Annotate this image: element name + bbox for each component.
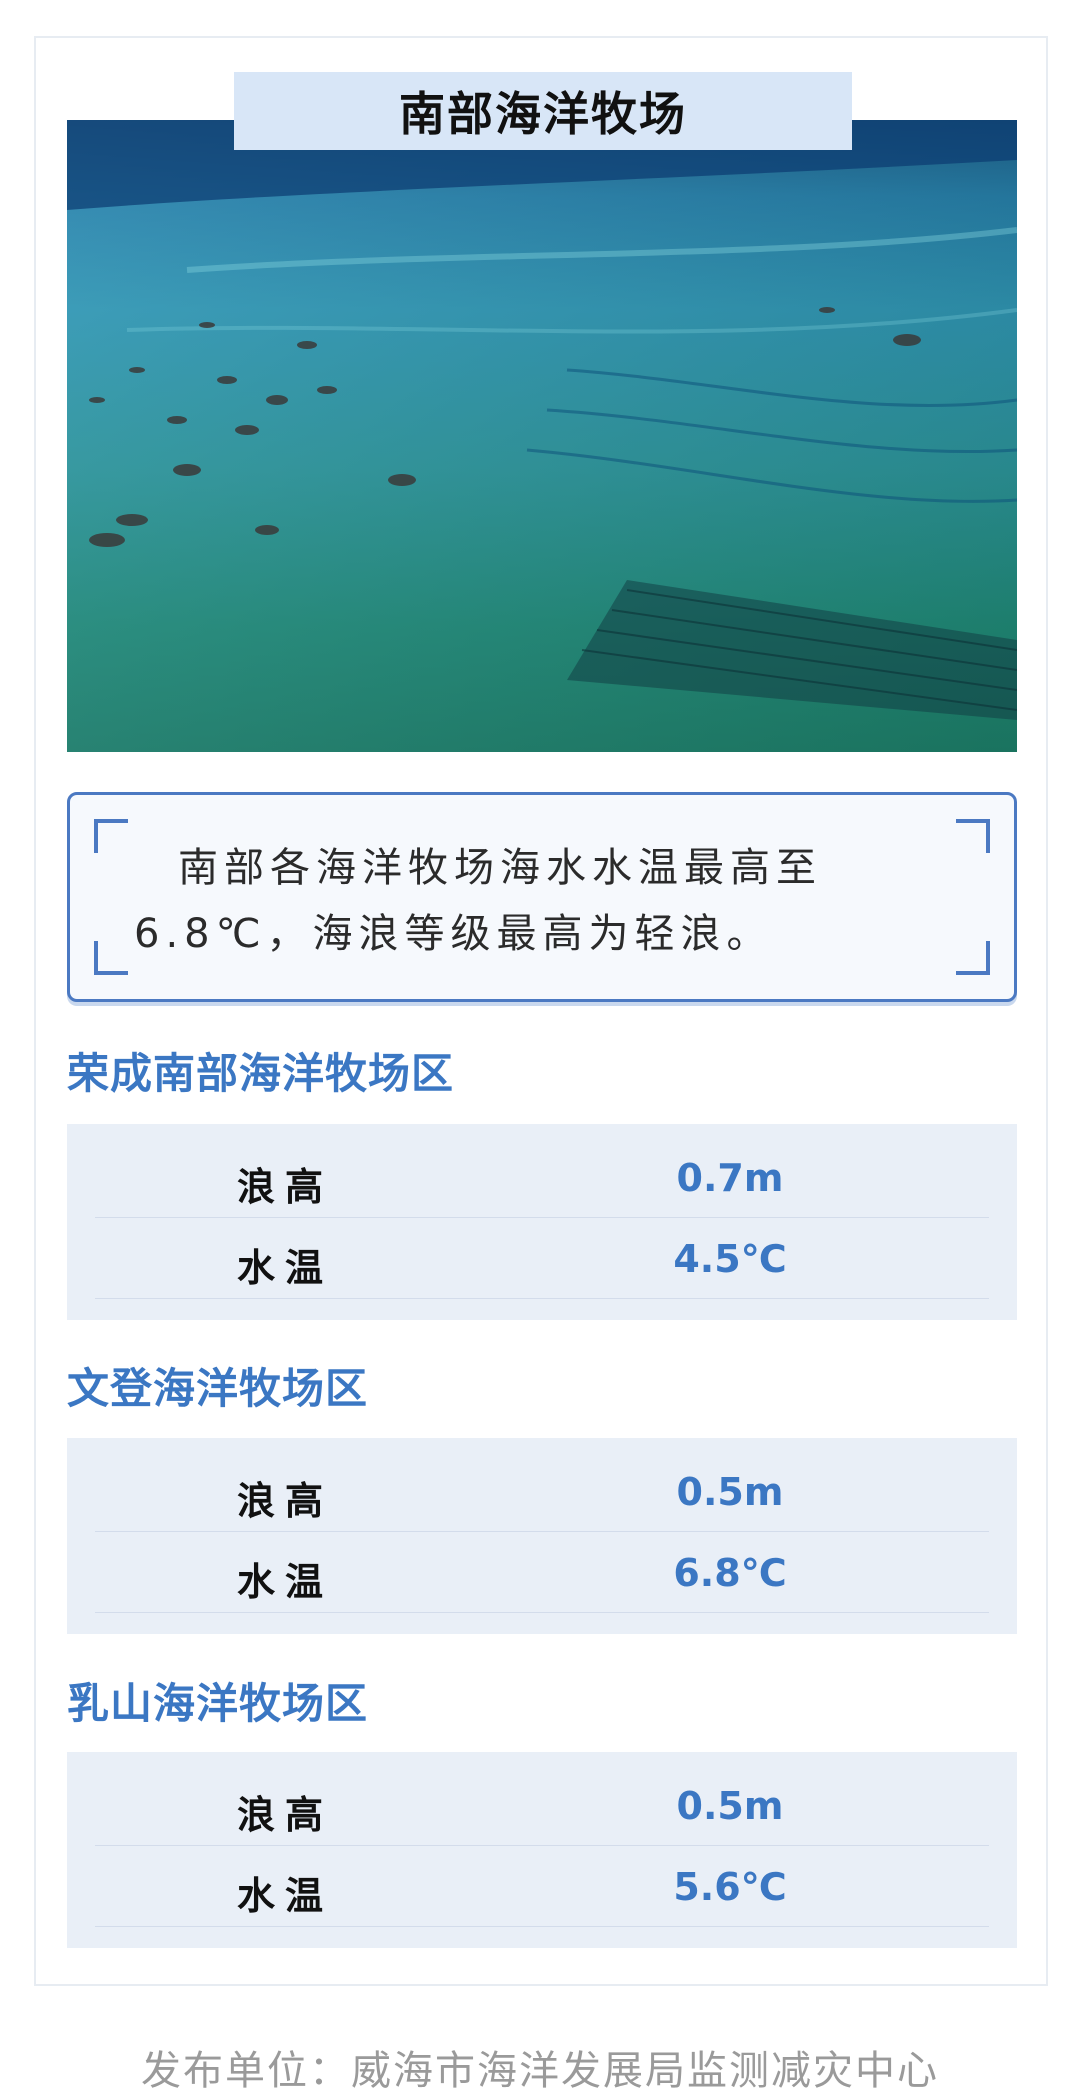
row-label: 水温: [236, 1246, 333, 1290]
table-row: 水温 5.6℃: [95, 1847, 989, 1927]
area-table: 浪高 0.5m 水温 6.8℃: [67, 1438, 1017, 1634]
area-table: 浪高 0.7m 水温 4.5℃: [67, 1124, 1017, 1320]
page-title: 南部海洋牧场: [399, 87, 687, 141]
corner-bracket: [94, 819, 128, 853]
table-row: 浪高 0.5m: [95, 1766, 989, 1846]
row-label: 浪高: [236, 1793, 333, 1837]
area-title: 荣成南部海洋牧场区: [67, 1049, 455, 1098]
row-value: 0.7m: [676, 1156, 784, 1200]
area-title: 乳山海洋牧场区: [67, 1679, 369, 1728]
title-banner: 南部海洋牧场: [234, 72, 852, 150]
summary-box: 南部各海洋牧场海水水温最高至6.8℃，海浪等级最高为轻浪。: [67, 792, 1017, 1002]
row-value: 0.5m: [676, 1470, 784, 1514]
area-title: 文登海洋牧场区: [67, 1364, 369, 1413]
summary-text: 南部各海洋牧场海水水温最高至6.8℃，海浪等级最高为轻浪。: [134, 845, 822, 957]
table-row: 水温 6.8℃: [95, 1533, 989, 1613]
row-value: 5.6℃: [673, 1865, 787, 1909]
area-table: 浪高 0.5m 水温 5.6℃: [67, 1752, 1017, 1948]
corner-bracket: [94, 941, 128, 975]
row-value: 6.8℃: [673, 1551, 787, 1595]
table-row: 浪高 0.5m: [95, 1452, 989, 1532]
row-label: 浪高: [236, 1479, 333, 1523]
table-row: 浪高 0.7m: [95, 1138, 989, 1218]
row-label: 浪高: [236, 1165, 333, 1209]
row-label: 水温: [236, 1874, 333, 1918]
table-row: 水温 4.5℃: [95, 1219, 989, 1299]
sea-photo-graphic: [67, 120, 1017, 752]
sea-ranch-photo: [67, 120, 1017, 752]
publisher-footer: 发布单位：威海市海洋发展局监测减灾中心: [141, 2048, 939, 2088]
summary-text-wrap: 南部各海洋牧场海水水温最高至6.8℃，海浪等级最高为轻浪。: [134, 835, 964, 967]
row-value: 0.5m: [676, 1784, 784, 1828]
row-label: 水温: [236, 1560, 333, 1604]
row-value: 4.5℃: [673, 1237, 787, 1281]
